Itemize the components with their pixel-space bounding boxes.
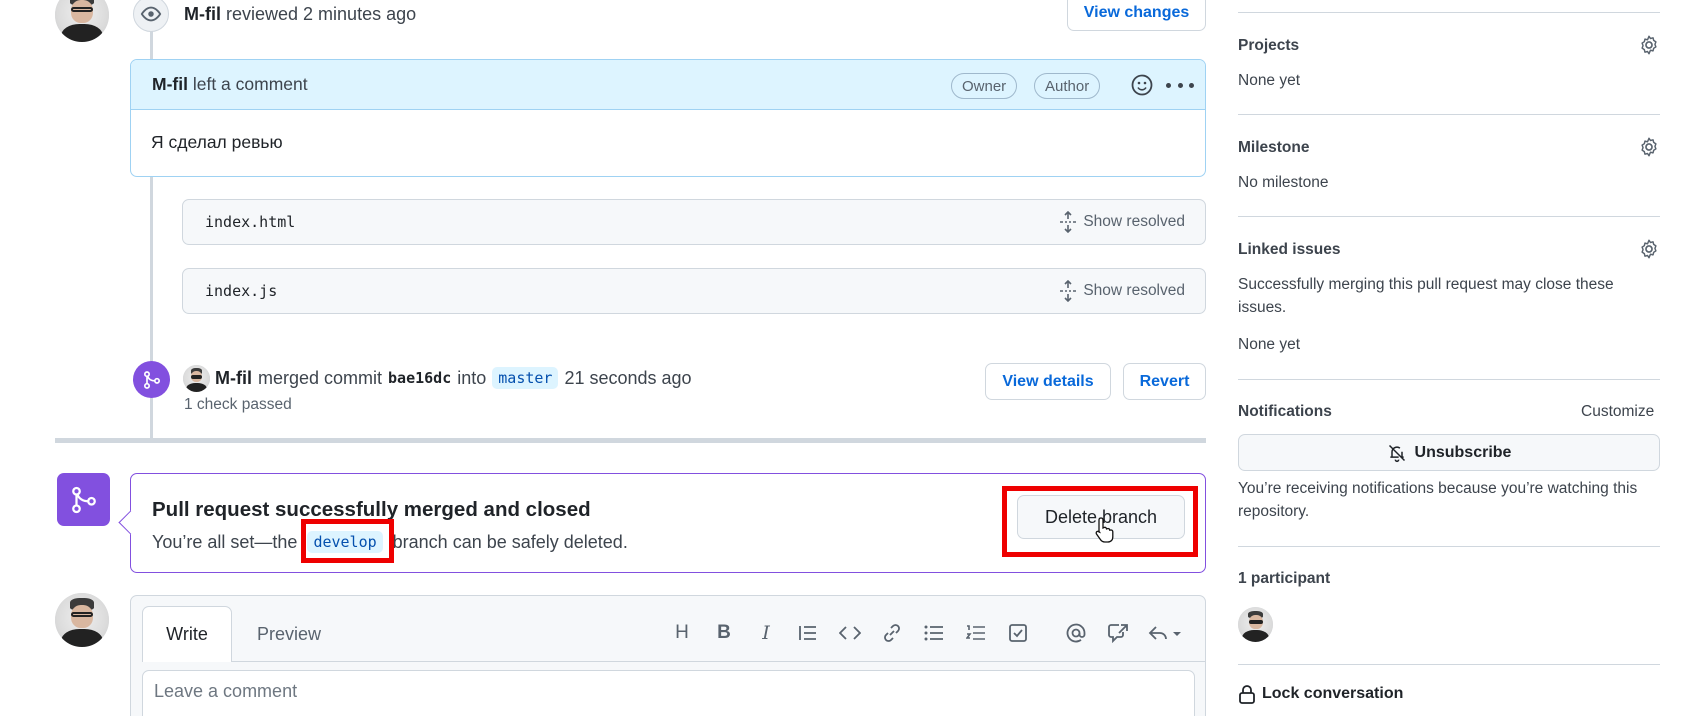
comment-author[interactable]: M-fil [152,74,188,95]
ordered-list-icon[interactable] [961,618,991,648]
sidebar-divider [1238,664,1660,665]
merge-verb: merged commit [257,367,383,388]
target-branch[interactable]: master [492,367,559,389]
participants-title: 1 participant [1238,570,1331,587]
code-icon[interactable] [835,618,865,648]
sidebar-divider [1238,216,1660,217]
commit-sha-link[interactable]: bae16dc [388,369,451,387]
bell-slash-icon [1388,444,1405,462]
timeline-line [150,177,153,441]
file-row[interactable]: index.js Show resolved [182,268,1206,314]
merge-into: into [457,367,487,388]
comment-textarea[interactable]: Leave a comment [142,670,1195,716]
projects-title: Projects [1238,37,1300,54]
avatar[interactable] [55,593,109,647]
show-resolved-label: Show resolved [1083,282,1185,299]
italic-icon[interactable]: I [751,618,781,648]
unsubscribe-label: Unsubscribe [1414,443,1512,461]
bold-icon[interactable]: B [709,618,739,648]
merged-text-after: branch can be safely deleted. [392,531,628,552]
owner-badge: Owner [951,73,1018,99]
merge-author[interactable]: M-fil [215,368,252,389]
gear-icon[interactable] [1638,238,1660,260]
kebab-menu-icon[interactable] [1166,73,1194,97]
merge-time[interactable]: 21 seconds ago [564,368,691,389]
mouse-cursor-icon [1094,516,1116,549]
review-action: reviewed 2 minutes ago [226,4,417,24]
participant-avatar[interactable] [1238,607,1273,642]
timeline-end-divider [55,438,1206,443]
sidebar-divider [1238,546,1660,547]
checks-status[interactable]: 1 check passed [184,396,292,414]
heading-icon[interactable]: H [667,618,697,648]
show-resolved-label: Show resolved [1083,213,1185,230]
tabs-divider [232,661,1206,662]
customize-link[interactable]: Customize [1581,403,1654,421]
author-badge: Author [1034,73,1101,99]
file-name: index.html [205,213,296,231]
merged-badge [57,473,110,526]
tab-write[interactable]: Write [142,606,232,662]
unfold-icon [1060,211,1077,233]
file-row[interactable]: index.html Show resolved [182,199,1206,245]
file-name: index.js [205,282,278,300]
task-list-icon[interactable] [1003,618,1033,648]
sidebar-divider [1238,379,1660,380]
show-resolved-button[interactable]: Show resolved [1059,269,1185,313]
lock-icon [1239,685,1255,704]
merge-event-text: M-fil merged commit bae16dc into master … [215,367,692,389]
avatar[interactable] [183,365,210,392]
highlight-branch-box [301,519,394,563]
view-details-button[interactable]: View details [985,363,1111,400]
lock-conversation-button[interactable]: Lock conversation [1238,684,1403,704]
notifications-text: You’re receiving notifications because y… [1238,480,1638,520]
milestone-title: Milestone [1238,139,1310,156]
cross-reference-icon[interactable] [1103,618,1133,648]
gear-icon[interactable] [1638,34,1660,56]
merged-text-before: You’re all set—the [152,531,298,552]
linked-issues-value: None yet [1238,336,1301,353]
linked-issues-text: Successfully merging this pull request m… [1238,276,1614,316]
unfold-icon [1060,280,1077,302]
notifications-title: Notifications [1238,403,1332,420]
revert-button[interactable]: Revert [1123,363,1206,400]
comment-action: left a comment [192,74,308,94]
milestone-value: No milestone [1238,174,1329,191]
sidebar-divider [1238,12,1660,13]
review-author[interactable]: M-fil [184,4,221,24]
link-icon[interactable] [877,618,907,648]
linked-issues-title: Linked issues [1238,241,1341,258]
markdown-toolbar: H B I [655,618,1185,648]
reply-icon[interactable] [1145,618,1185,648]
review-comment: M-fil left a comment Owner Author Я сдел… [130,59,1206,177]
git-merge-icon [71,486,96,513]
tab-preview[interactable]: Preview [239,606,339,662]
git-merge-icon [133,361,170,398]
comment-editor: Write Preview H B I Leave a comment [130,595,1206,716]
eye-icon [133,0,169,32]
view-changes-button[interactable]: View changes [1067,0,1206,31]
quote-icon[interactable] [793,618,823,648]
lock-conversation-label: Lock conversation [1262,685,1404,702]
show-resolved-button[interactable]: Show resolved [1059,200,1185,244]
projects-value: None yet [1238,72,1301,89]
review-event-text: M-fil reviewed 2 minutes ago [184,4,416,25]
timeline-line [150,30,153,60]
mention-icon[interactable] [1061,618,1091,648]
comment-body: Я сделал ревью [151,132,283,152]
unsubscribe-button[interactable]: Unsubscribe [1238,434,1660,471]
sidebar-divider [1238,114,1660,115]
unordered-list-icon[interactable] [919,618,949,648]
gear-icon[interactable] [1638,136,1660,158]
avatar[interactable] [55,0,109,42]
reaction-icon[interactable] [1130,73,1154,97]
